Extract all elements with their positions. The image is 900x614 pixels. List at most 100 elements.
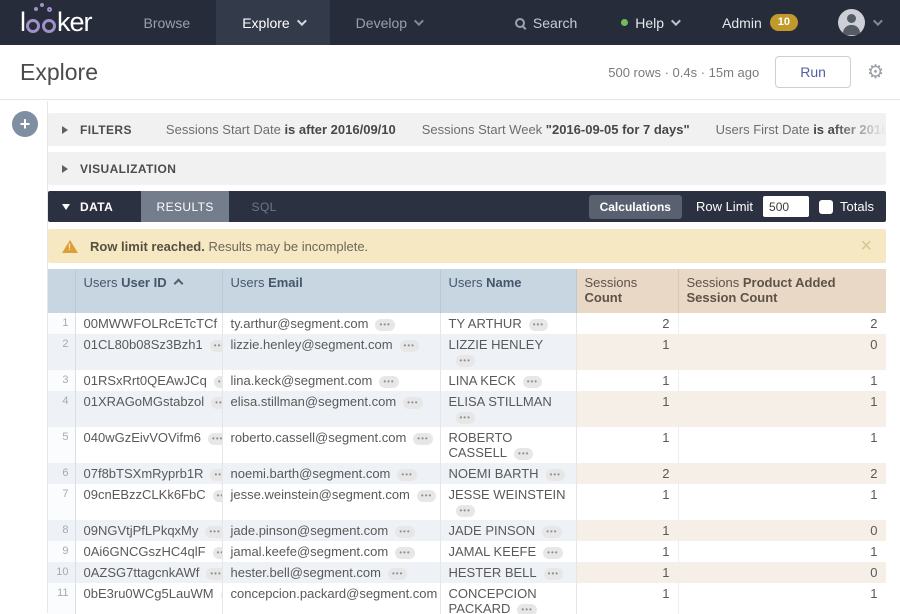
- cell-menu-icon[interactable]: •••: [400, 340, 419, 352]
- cell-menu-icon[interactable]: •••: [388, 568, 407, 580]
- cell-name[interactable]: JAMAL KEEFE•••: [440, 541, 576, 562]
- cell-user-id[interactable]: 00MWWFOLRcETcTCf•••: [75, 313, 222, 334]
- nav-help[interactable]: Help: [599, 15, 700, 31]
- cell-name[interactable]: JESSE WEINSTEIN•••: [440, 484, 576, 520]
- cell-menu-icon[interactable]: •••: [413, 433, 432, 445]
- cell-menu-icon[interactable]: •••: [379, 376, 398, 388]
- cell-product-added-session-count[interactable]: 0: [678, 520, 886, 541]
- nav-explore[interactable]: Explore: [216, 0, 329, 45]
- cell-count[interactable]: 1: [576, 427, 678, 463]
- tab-results[interactable]: RESULTS: [141, 191, 229, 222]
- cell-product-added-session-count[interactable]: 1: [678, 391, 886, 427]
- filter-item[interactable]: Sessions Start Date is after 2016/09/10: [166, 122, 396, 137]
- data-section-toggle[interactable]: DATA: [48, 191, 127, 222]
- cell-menu-icon[interactable]: •••: [456, 505, 475, 517]
- cell-count[interactable]: 1: [576, 541, 678, 562]
- cell-user-id[interactable]: 09NGVtjPfLPkqxMy•••: [75, 520, 222, 541]
- cell-email[interactable]: noemi.barth@segment.com•••: [222, 463, 440, 484]
- cell-user-id[interactable]: 0bE3ru0WCg5LauWM•••: [75, 583, 222, 614]
- cell-product-added-session-count[interactable]: 2: [678, 463, 886, 484]
- cell-email[interactable]: jamal.keefe@segment.com•••: [222, 541, 440, 562]
- cell-menu-icon[interactable]: •••: [214, 376, 222, 388]
- header-email[interactable]: Users Email: [222, 269, 440, 313]
- cell-menu-icon[interactable]: •••: [529, 319, 548, 331]
- cell-count[interactable]: 1: [576, 562, 678, 583]
- cell-count[interactable]: 1: [576, 484, 678, 520]
- cell-product-added-session-count[interactable]: 1: [678, 541, 886, 562]
- cell-menu-icon[interactable]: •••: [210, 469, 222, 481]
- cell-menu-icon[interactable]: •••: [397, 469, 416, 481]
- gear-icon[interactable]: ⚙: [867, 63, 884, 82]
- cell-menu-icon[interactable]: •••: [206, 568, 222, 580]
- cell-email[interactable]: lizzie.henley@segment.com•••: [222, 334, 440, 370]
- looker-logo[interactable]: lker: [0, 0, 118, 45]
- cell-email[interactable]: lina.keck@segment.com•••: [222, 370, 440, 391]
- cell-email[interactable]: elisa.stillman@segment.com•••: [222, 391, 440, 427]
- cell-count[interactable]: 1: [576, 391, 678, 427]
- cell-product-added-session-count[interactable]: 1: [678, 427, 886, 463]
- cell-menu-icon[interactable]: •••: [208, 433, 222, 445]
- run-button[interactable]: Run: [775, 56, 851, 88]
- cell-menu-icon[interactable]: •••: [544, 568, 563, 580]
- cell-product-added-session-count[interactable]: 1: [678, 370, 886, 391]
- cell-product-added-session-count[interactable]: 0: [678, 334, 886, 370]
- cell-name[interactable]: TY ARTHUR•••: [440, 313, 576, 334]
- add-field-button[interactable]: +: [12, 111, 38, 137]
- cell-product-added-session-count[interactable]: 0: [678, 562, 886, 583]
- cell-menu-icon[interactable]: •••: [395, 547, 414, 559]
- cell-menu-icon[interactable]: •••: [417, 490, 436, 502]
- cell-email[interactable]: ty.arthur@segment.com•••: [222, 313, 440, 334]
- calculations-button[interactable]: Calculations: [589, 195, 682, 219]
- cell-user-id[interactable]: 07f8bTSXmRyprb1R•••: [75, 463, 222, 484]
- nav-develop[interactable]: Develop: [330, 0, 447, 45]
- cell-email[interactable]: hester.bell@segment.com•••: [222, 562, 440, 583]
- cell-name[interactable]: ELISA STILLMAN•••: [440, 391, 576, 427]
- cell-name[interactable]: LIZZIE HENLEY•••: [440, 334, 576, 370]
- cell-user-id[interactable]: 01RSxRrt0QEAwJCq•••: [75, 370, 222, 391]
- cell-email[interactable]: roberto.cassell@segment.com•••: [222, 427, 440, 463]
- cell-menu-icon[interactable]: •••: [210, 340, 222, 352]
- cell-user-id[interactable]: 040wGzEivVOVifm6•••: [75, 427, 222, 463]
- cell-menu-icon[interactable]: •••: [456, 412, 475, 424]
- cell-name[interactable]: HESTER BELL•••: [440, 562, 576, 583]
- cell-menu-icon[interactable]: •••: [403, 397, 422, 409]
- visualization-bar[interactable]: VISUALIZATION: [48, 152, 886, 185]
- cell-name[interactable]: LINA KECK•••: [440, 370, 576, 391]
- cell-menu-icon[interactable]: •••: [543, 547, 562, 559]
- tab-sql[interactable]: SQL: [229, 191, 299, 222]
- nav-admin[interactable]: Admin 10: [700, 14, 820, 31]
- cell-menu-icon[interactable]: •••: [546, 469, 565, 481]
- cell-menu-icon[interactable]: •••: [395, 526, 414, 538]
- cell-email[interactable]: jade.pinson@segment.com•••: [222, 520, 440, 541]
- cell-menu-icon[interactable]: •••: [542, 526, 561, 538]
- cell-user-id[interactable]: 01CL80b08Sz3Bzh1•••: [75, 334, 222, 370]
- cell-menu-icon[interactable]: •••: [213, 547, 222, 559]
- nav-search[interactable]: Search: [493, 15, 599, 31]
- row-limit-input[interactable]: [763, 196, 809, 217]
- header-product-added-session-count[interactable]: Sessions Product Added Session Count: [678, 269, 886, 313]
- cell-menu-icon[interactable]: •••: [375, 319, 394, 331]
- cell-count[interactable]: 2: [576, 313, 678, 334]
- cell-name[interactable]: CONCEPCION PACKARD•••: [440, 583, 576, 614]
- cell-user-id[interactable]: 0AZSG7ttagcnkAWf•••: [75, 562, 222, 583]
- cell-count[interactable]: 1: [576, 334, 678, 370]
- cell-menu-icon[interactable]: •••: [456, 355, 475, 367]
- cell-menu-icon[interactable]: •••: [514, 448, 533, 460]
- cell-name[interactable]: NOEMI BARTH•••: [440, 463, 576, 484]
- cell-user-id[interactable]: 0Ai6GNCGszHC4qlF•••: [75, 541, 222, 562]
- cell-user-id[interactable]: 09cnEBzzCLKk6FbC•••: [75, 484, 222, 520]
- totals-checkbox[interactable]: [819, 200, 833, 214]
- filter-item[interactable]: Sessions Start Week "2016-09-05 for 7 da…: [422, 122, 690, 137]
- nav-browse[interactable]: Browse: [118, 0, 217, 45]
- cell-menu-icon[interactable]: •••: [205, 526, 222, 538]
- cell-menu-icon[interactable]: •••: [211, 397, 222, 409]
- header-count[interactable]: Sessions Count: [576, 269, 678, 313]
- cell-email[interactable]: jesse.weinstein@segment.com•••: [222, 484, 440, 520]
- nav-user-menu[interactable]: [820, 9, 886, 36]
- cell-name[interactable]: JADE PINSON•••: [440, 520, 576, 541]
- header-user-id[interactable]: Users User ID: [75, 269, 222, 313]
- cell-count[interactable]: 2: [576, 463, 678, 484]
- header-name[interactable]: Users Name: [440, 269, 576, 313]
- filters-bar[interactable]: FILTERS Sessions Start Date is after 201…: [48, 113, 886, 146]
- cell-count[interactable]: 1: [576, 370, 678, 391]
